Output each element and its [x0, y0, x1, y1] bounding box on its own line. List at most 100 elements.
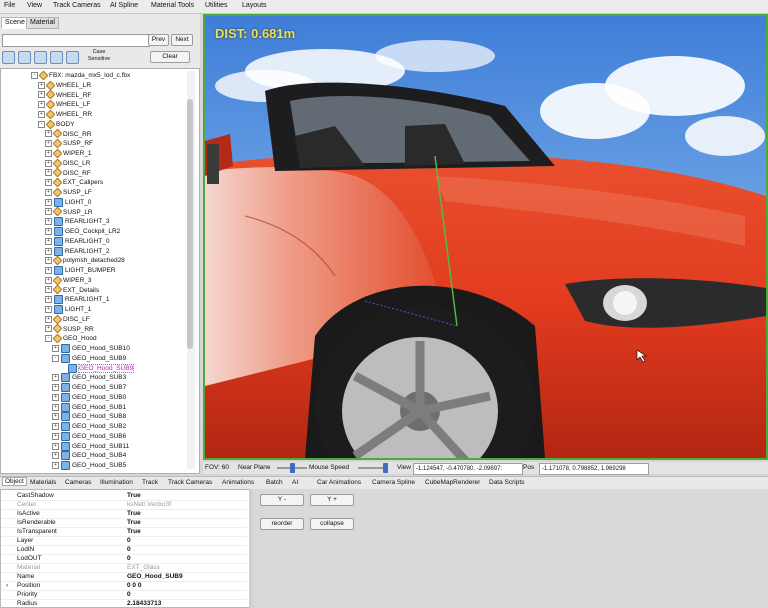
- y-plus-button[interactable]: Y +: [310, 494, 354, 506]
- expander-icon[interactable]: +: [52, 432, 59, 440]
- expander-icon[interactable]: +: [45, 140, 52, 148]
- tree-item[interactable]: + WIPER_1: [45, 148, 92, 159]
- menu-material-tools[interactable]: Material Tools: [151, 2, 194, 9]
- tree-item[interactable]: + DISC_LR: [45, 158, 90, 169]
- expander-icon[interactable]: +: [38, 81, 45, 89]
- expander-icon[interactable]: +: [45, 218, 52, 226]
- expander-icon[interactable]: +: [45, 130, 52, 138]
- tree-item[interactable]: + GEO_Hood_SUB7: [52, 383, 126, 393]
- tree-item[interactable]: + SUSP_RR: [45, 323, 94, 335]
- tab-material[interactable]: Material: [26, 17, 59, 29]
- y-minus-button[interactable]: Y -: [260, 494, 304, 506]
- expander-icon[interactable]: -: [38, 120, 45, 128]
- tab-track[interactable]: Track: [142, 479, 158, 486]
- collapse-button[interactable]: collapse: [310, 518, 354, 530]
- expander-icon[interactable]: +: [45, 159, 52, 167]
- expander-icon[interactable]: +: [38, 91, 45, 99]
- tree-item[interactable]: GEO_Hood_SUB9: [59, 363, 135, 374]
- tab-batch[interactable]: Batch: [266, 479, 283, 486]
- tab-car-animations[interactable]: Car Animations: [317, 479, 361, 486]
- tree-item[interactable]: + GEO_Hood_SUB5: [52, 461, 126, 471]
- tab-animations[interactable]: Animations: [222, 479, 254, 486]
- expander-icon[interactable]: +: [52, 442, 59, 450]
- next-button[interactable]: Next: [171, 34, 193, 46]
- tree-item[interactable]: + polymsh_detached28: [45, 255, 125, 266]
- cube-icon[interactable]: [18, 51, 31, 64]
- tree-item[interactable]: + GEO_Hood_SUB4: [52, 451, 126, 461]
- tab-track-cameras[interactable]: Track Cameras: [168, 479, 212, 486]
- tree-item[interactable]: + GEO_Hood_SUB1: [52, 402, 126, 413]
- property-value[interactable]: True: [127, 491, 141, 500]
- expander-icon[interactable]: +: [45, 276, 52, 284]
- tree-item[interactable]: - FBX: mazda_mx5_lod_c.fbx: [31, 70, 130, 81]
- expander-icon[interactable]: +: [45, 237, 52, 245]
- expander-icon[interactable]: +: [52, 393, 59, 401]
- tree-item[interactable]: + REARLIGHT_0: [45, 236, 109, 247]
- expander-icon[interactable]: -: [52, 354, 59, 362]
- expander-icon[interactable]: +: [38, 101, 45, 109]
- property-value[interactable]: 2.18433713: [127, 599, 161, 607]
- property-value[interactable]: True: [127, 509, 141, 518]
- tree-item[interactable]: + LIGHT_BUMPER: [45, 266, 116, 276]
- tree-item[interactable]: + SUSP_LF: [45, 187, 92, 198]
- prev-button[interactable]: Prev: [148, 34, 169, 46]
- expander-icon[interactable]: +: [45, 267, 52, 274]
- tree-item[interactable]: - GEO_Hood: [45, 333, 97, 344]
- tree-item[interactable]: + DISC_RR: [45, 128, 92, 140]
- property-value[interactable]: 0: [127, 590, 131, 599]
- tree-item[interactable]: + EXT_Details: [45, 284, 99, 296]
- tree-item[interactable]: + REARLIGHT_3: [45, 217, 109, 227]
- tree-item[interactable]: + GEO_Hood_SUB8: [52, 412, 126, 422]
- tree-item[interactable]: + DISC_LF: [45, 314, 90, 325]
- expander-icon[interactable]: -: [45, 335, 52, 343]
- 3d-viewport[interactable]: DIST: 0.681m: [203, 14, 768, 460]
- tree-item[interactable]: + GEO_Hood_SUB6: [52, 431, 126, 442]
- tab-scene[interactable]: Scene: [1, 17, 29, 29]
- clear-button[interactable]: Clear: [150, 51, 190, 63]
- tab-ai[interactable]: AI: [292, 479, 298, 486]
- property-grid[interactable]: CastShadow True Center ksNet/.Vector3f IsAct…: [0, 489, 252, 608]
- property-value[interactable]: EXT_Glass: [127, 563, 160, 572]
- expander-icon[interactable]: +: [45, 149, 52, 157]
- expander-icon[interactable]: +: [52, 452, 59, 460]
- property-value[interactable]: 0 0 0: [127, 581, 141, 590]
- case-sensitive-toggle[interactable]: Case Sensitive: [84, 49, 114, 63]
- property-scrollbar[interactable]: [249, 489, 252, 608]
- expander-icon[interactable]: +: [45, 296, 52, 304]
- lock-icon[interactable]: [66, 51, 79, 64]
- menu-file[interactable]: File: [4, 2, 15, 9]
- tree-item[interactable]: + LIGHT_0: [45, 197, 91, 208]
- tab-cameras[interactable]: Cameras: [65, 479, 91, 486]
- near-plane-slider-knob[interactable]: [290, 463, 295, 473]
- tree-scroll-thumb[interactable]: [187, 99, 193, 349]
- scene-tree[interactable]: - FBX: mazda_mx5_lod_c.fbx + WHEEL_LR + WHEEL…: [0, 68, 200, 474]
- expander-icon[interactable]: +: [52, 374, 59, 382]
- mouse-speed-slider-knob[interactable]: [383, 463, 388, 473]
- tree-item[interactable]: + SUSP_LR: [45, 206, 93, 218]
- expander-icon[interactable]: +: [52, 384, 59, 391]
- expander-icon[interactable]: -: [31, 71, 38, 79]
- tree-item[interactable]: + SUSP_RF: [45, 138, 93, 149]
- expander-icon[interactable]: +: [52, 423, 59, 430]
- tab-materials[interactable]: Materials: [30, 479, 56, 486]
- tab-data-scripts[interactable]: Data Scripts: [489, 479, 524, 486]
- menu-track-cameras[interactable]: Track Cameras: [53, 2, 101, 9]
- tab-illumination[interactable]: Illumination: [100, 479, 133, 486]
- property-value[interactable]: GEO_Hood_SUB9: [127, 572, 183, 581]
- tree-item[interactable]: + REARLIGHT_1: [45, 295, 109, 305]
- property-value[interactable]: 0: [127, 536, 131, 545]
- expander-icon[interactable]: +: [45, 325, 52, 333]
- tree-item[interactable]: + GEO_Hood_SUB10: [52, 344, 130, 354]
- expander-icon[interactable]: +: [52, 462, 59, 469]
- property-value[interactable]: True: [127, 518, 141, 527]
- expander-icon[interactable]: +: [52, 403, 59, 411]
- property-value[interactable]: 0: [127, 545, 131, 554]
- search-input[interactable]: [2, 34, 150, 47]
- tab-cubemaprenderer[interactable]: CubeMapRenderer: [425, 479, 480, 486]
- reorder-button[interactable]: reorder: [260, 518, 304, 530]
- tree-item[interactable]: + WIPER_3: [45, 275, 92, 286]
- menu-utilities[interactable]: Utilities: [205, 2, 228, 9]
- expander-icon[interactable]: +: [45, 286, 52, 294]
- menu-view[interactable]: View: [27, 2, 42, 9]
- tree-item[interactable]: + EXT_Calipers: [45, 177, 103, 188]
